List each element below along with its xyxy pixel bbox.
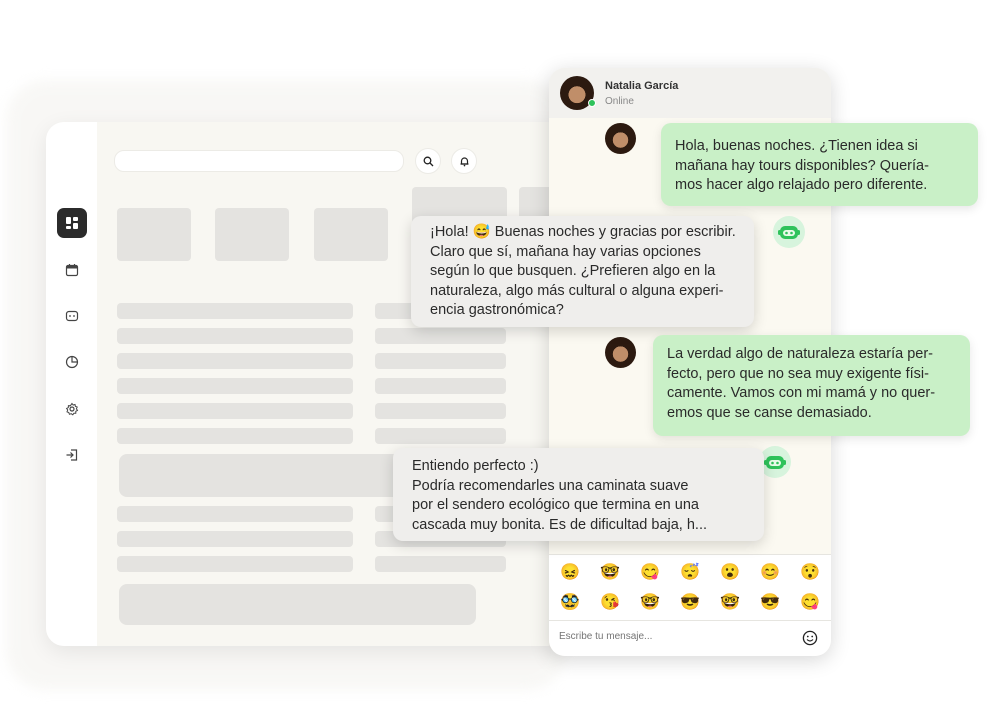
emoji-item[interactable]: 😊	[760, 563, 780, 583]
user-avatar	[605, 337, 636, 368]
emoji-item[interactable]: 😴	[680, 563, 700, 583]
skeleton-card	[117, 208, 191, 261]
skeleton-row	[117, 403, 353, 419]
emoji-item[interactable]: 🥸	[560, 593, 580, 613]
logout-icon	[66, 449, 78, 461]
message-input[interactable]	[559, 631, 789, 642]
sidebar-item-bot[interactable]	[57, 301, 87, 331]
chat-header: Natalia García Online	[549, 68, 831, 118]
emoji-item[interactable]: 😘	[600, 593, 620, 613]
user-avatar	[605, 123, 636, 154]
search-input[interactable]	[114, 150, 404, 172]
emoji-item[interactable]: 🤓	[720, 593, 740, 613]
bot-icon	[764, 456, 786, 469]
sidebar-item-reports[interactable]	[57, 347, 87, 377]
bot-avatar	[773, 216, 805, 248]
skeleton-row	[117, 378, 353, 394]
emoji-item[interactable]: 😮	[720, 563, 740, 583]
emoji-picker: 😖 🤓 😋 😴 😮 😊 😯 🥸 😘 🤓 😎 🤓 😎 😋	[549, 554, 831, 621]
search-button[interactable]	[415, 148, 441, 174]
smiley-icon	[802, 630, 818, 646]
skeleton-row	[375, 403, 506, 419]
sidebar-item-calendar[interactable]	[57, 255, 87, 285]
dashboard-window	[46, 122, 566, 646]
bot-icon	[778, 226, 800, 239]
emoji-button[interactable]	[801, 629, 819, 647]
bot-icon	[65, 310, 79, 322]
sidebar-item-settings[interactable]	[57, 394, 87, 424]
emoji-item[interactable]: 😎	[680, 593, 700, 613]
skeleton-row	[375, 428, 506, 444]
search-icon	[423, 156, 433, 166]
bell-icon	[460, 156, 468, 166]
emoji-item[interactable]: 😋	[640, 563, 660, 583]
message-composer	[549, 620, 831, 656]
skeleton-row	[375, 378, 506, 394]
skeleton-row	[117, 428, 353, 444]
emoji-item[interactable]: 😎	[760, 593, 780, 613]
contact-name: Natalia García	[605, 80, 679, 92]
calendar-icon	[65, 264, 79, 277]
pie-chart-icon	[65, 355, 79, 369]
sidebar-item-logout[interactable]	[57, 440, 87, 470]
emoji-item[interactable]: 🤓	[640, 593, 660, 613]
sidebar	[46, 122, 97, 646]
message-user-1: Hola, buenas noches. ¿Tienen idea si mañ…	[661, 123, 978, 206]
skeleton-card	[314, 208, 388, 261]
skeleton-row	[375, 328, 506, 344]
sidebar-item-dashboard[interactable]	[57, 208, 87, 238]
skeleton-row	[117, 328, 353, 344]
message-bot-2: Entiendo perfecto :) Podría recomendarle…	[393, 448, 764, 541]
skeleton-row	[117, 353, 353, 369]
notifications-button[interactable]	[451, 148, 477, 174]
gear-icon	[65, 402, 79, 416]
skeleton-row	[375, 556, 506, 572]
skeleton-row	[117, 556, 353, 572]
emoji-item[interactable]: 😋	[800, 593, 820, 613]
skeleton-block	[119, 454, 419, 497]
skeleton-row	[375, 353, 506, 369]
message-user-2: La verdad algo de naturaleza estaría per…	[653, 335, 970, 436]
skeleton-card	[215, 208, 289, 261]
message-bot-1: ¡Hola! 😅 Buenas noches y gracias por esc…	[411, 216, 754, 327]
emoji-item[interactable]: 😖	[560, 563, 580, 583]
dashboard-icon	[66, 217, 78, 229]
skeleton-block	[119, 584, 476, 625]
contact-status: Online	[605, 96, 634, 107]
skeleton-row	[117, 506, 353, 522]
online-indicator	[588, 99, 596, 107]
emoji-item[interactable]: 🤓	[600, 563, 620, 583]
skeleton-row	[117, 303, 353, 319]
emoji-item[interactable]: 😯	[800, 563, 820, 583]
skeleton-row	[117, 531, 353, 547]
